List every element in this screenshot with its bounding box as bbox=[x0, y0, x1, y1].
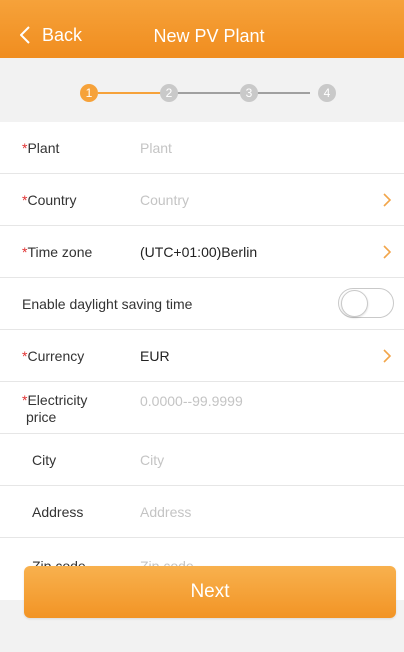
city-input[interactable]: City bbox=[140, 452, 164, 468]
chevron-right-icon bbox=[383, 193, 392, 207]
daylight-saving-field: Enable daylight saving time bbox=[0, 278, 404, 330]
chevron-right-icon bbox=[383, 245, 392, 259]
step-2[interactable]: 2 bbox=[160, 84, 178, 102]
currency-select[interactable]: EUR bbox=[140, 348, 170, 364]
time-zone-label: *Time zone bbox=[22, 244, 93, 260]
plant-field[interactable]: *Plant Plant bbox=[0, 122, 404, 174]
address-input[interactable]: Address bbox=[140, 504, 191, 520]
currency-field[interactable]: *Currency EUR bbox=[0, 330, 404, 382]
step-1[interactable]: 1 bbox=[80, 84, 98, 102]
toggle-knob bbox=[341, 290, 368, 317]
country-select[interactable]: Country bbox=[140, 192, 189, 208]
electricity-price-field[interactable]: *Electricity price 0.0000--99.9999 bbox=[0, 382, 404, 434]
plant-label: *Plant bbox=[22, 140, 60, 156]
electricity-price-input[interactable]: 0.0000--99.9999 bbox=[140, 393, 243, 409]
app-header: Back New PV Plant bbox=[0, 0, 404, 58]
step-4[interactable]: 4 bbox=[318, 84, 336, 102]
plant-input[interactable]: Plant bbox=[140, 140, 172, 156]
chevron-right-icon bbox=[383, 349, 392, 363]
time-zone-field[interactable]: *Time zone (UTC+01:00)Berlin bbox=[0, 226, 404, 278]
city-field[interactable]: City City bbox=[0, 434, 404, 486]
progress-stepper: 1 2 3 4 bbox=[0, 58, 404, 122]
electricity-price-label: *Electricity price bbox=[22, 392, 88, 425]
city-label: City bbox=[32, 452, 57, 468]
country-field[interactable]: *Country Country bbox=[0, 174, 404, 226]
daylight-saving-label: Enable daylight saving time bbox=[22, 296, 193, 312]
back-button[interactable]: Back bbox=[20, 21, 82, 49]
page-title: New PV Plant bbox=[153, 26, 265, 46]
country-label: *Country bbox=[22, 192, 77, 208]
currency-label: *Currency bbox=[22, 348, 85, 364]
next-button[interactable]: Next bbox=[24, 566, 396, 618]
address-field[interactable]: Address Address bbox=[0, 486, 404, 538]
daylight-saving-toggle[interactable] bbox=[338, 288, 394, 318]
time-zone-select[interactable]: (UTC+01:00)Berlin bbox=[140, 244, 257, 260]
plant-form: *Plant Plant *Country Country *Time zone… bbox=[0, 122, 404, 600]
step-3[interactable]: 3 bbox=[240, 84, 258, 102]
address-label: Address bbox=[32, 504, 84, 520]
chevron-left-icon bbox=[20, 26, 30, 44]
back-label: Back bbox=[42, 24, 83, 45]
